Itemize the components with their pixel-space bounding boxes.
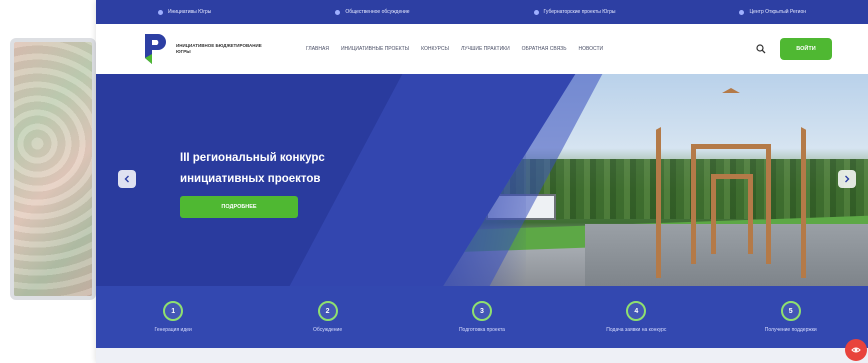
site-header: Инициативное бюджетирование Югры Главная… (96, 24, 868, 74)
chevron-left-icon (124, 175, 129, 183)
topbar-link-label: Инициативы Югры (167, 9, 212, 15)
step-item[interactable]: 3 Подготовка проекта (422, 301, 542, 333)
nav-item-news[interactable]: Новости (578, 46, 603, 52)
chevron-right-icon (845, 175, 850, 183)
slider-next-button[interactable] (838, 170, 856, 188)
step-label: Генерация идеи (154, 327, 192, 333)
topbar-link[interactable]: Центр Открытый Регион (739, 9, 806, 15)
browser-window: Инициативы Югры Общественное обсуждение … (96, 0, 868, 363)
step-item[interactable]: 1 Генерация идеи (113, 301, 233, 333)
step-label: Подготовка проекта (458, 327, 505, 333)
search-icon (756, 44, 766, 54)
step-item[interactable]: 2 Обсуждение (268, 301, 388, 333)
nav-item-projects[interactable]: Инициативные проекты (341, 46, 409, 52)
steps-bar: 1 Генерация идеи 2 Обсуждение 3 Подготов… (96, 286, 868, 348)
location-pin-icon (739, 9, 745, 15)
location-pin-icon (335, 9, 341, 15)
hero-banner: III региональный конкурс инициативных пр… (96, 74, 868, 286)
topbar-link-label: Губернаторские проекты Югры (543, 9, 616, 15)
hero-title-line: инициативных проектов (180, 173, 321, 185)
slider-prev-button[interactable] (118, 170, 136, 188)
topbar-link[interactable]: Инициативы Югры (157, 9, 212, 15)
step-label: Обсуждение (313, 327, 343, 333)
step-item[interactable]: 5 Получение поддержки (731, 301, 851, 333)
step-number: 1 (163, 301, 184, 321)
nav-item-home[interactable]: Главная (306, 46, 329, 52)
topbar-link-label: Центр Открытый Регион (749, 9, 806, 15)
step-number: 2 (317, 301, 338, 321)
step-label: Подача заявки на конкурс (606, 327, 667, 333)
photo-arch (711, 174, 753, 254)
step-label: Получение поддержки (764, 327, 817, 333)
step-number: 3 (471, 301, 492, 321)
nav-item-contests[interactable]: Конкурсы (421, 46, 449, 52)
search-button[interactable] (754, 42, 768, 56)
main-nav: Главная Инициативные проекты Конкурсы Лу… (306, 46, 740, 52)
step-item[interactable]: 4 Подача заявки на конкурс (576, 301, 696, 333)
step-number: 5 (780, 301, 801, 321)
background-photo-card (10, 38, 96, 300)
step-number: 4 (626, 301, 647, 321)
topbar-link-label: Общественное обсуждение (345, 9, 410, 15)
logo-icon (145, 34, 166, 64)
accessibility-fab-button[interactable] (845, 339, 867, 361)
hero-title: III региональный конкурс инициативных пр… (180, 148, 420, 190)
location-pin-icon (157, 9, 163, 15)
topbar-link[interactable]: Губернаторские проекты Югры (533, 9, 616, 15)
nav-item-feedback[interactable]: Обратная связь (522, 46, 567, 52)
brand-name: Инициативное бюджетирование Югры (176, 43, 262, 54)
screenshot-stage: Инициативы Югры Общественное обсуждение … (0, 0, 868, 363)
nav-item-practices[interactable]: Лучшие практики (461, 46, 510, 52)
login-button[interactable]: Войти (780, 38, 832, 60)
location-pin-icon (533, 9, 539, 15)
eye-icon (851, 347, 861, 353)
hero-more-button[interactable]: Подробнее (180, 196, 298, 218)
topbar-link[interactable]: Общественное обсуждение (335, 9, 410, 15)
top-bar: Инициативы Югры Общественное обсуждение … (96, 0, 868, 24)
next-section-strip (96, 348, 868, 363)
hero-title-line: III региональный конкурс (180, 152, 325, 164)
site-logo[interactable] (142, 32, 168, 66)
